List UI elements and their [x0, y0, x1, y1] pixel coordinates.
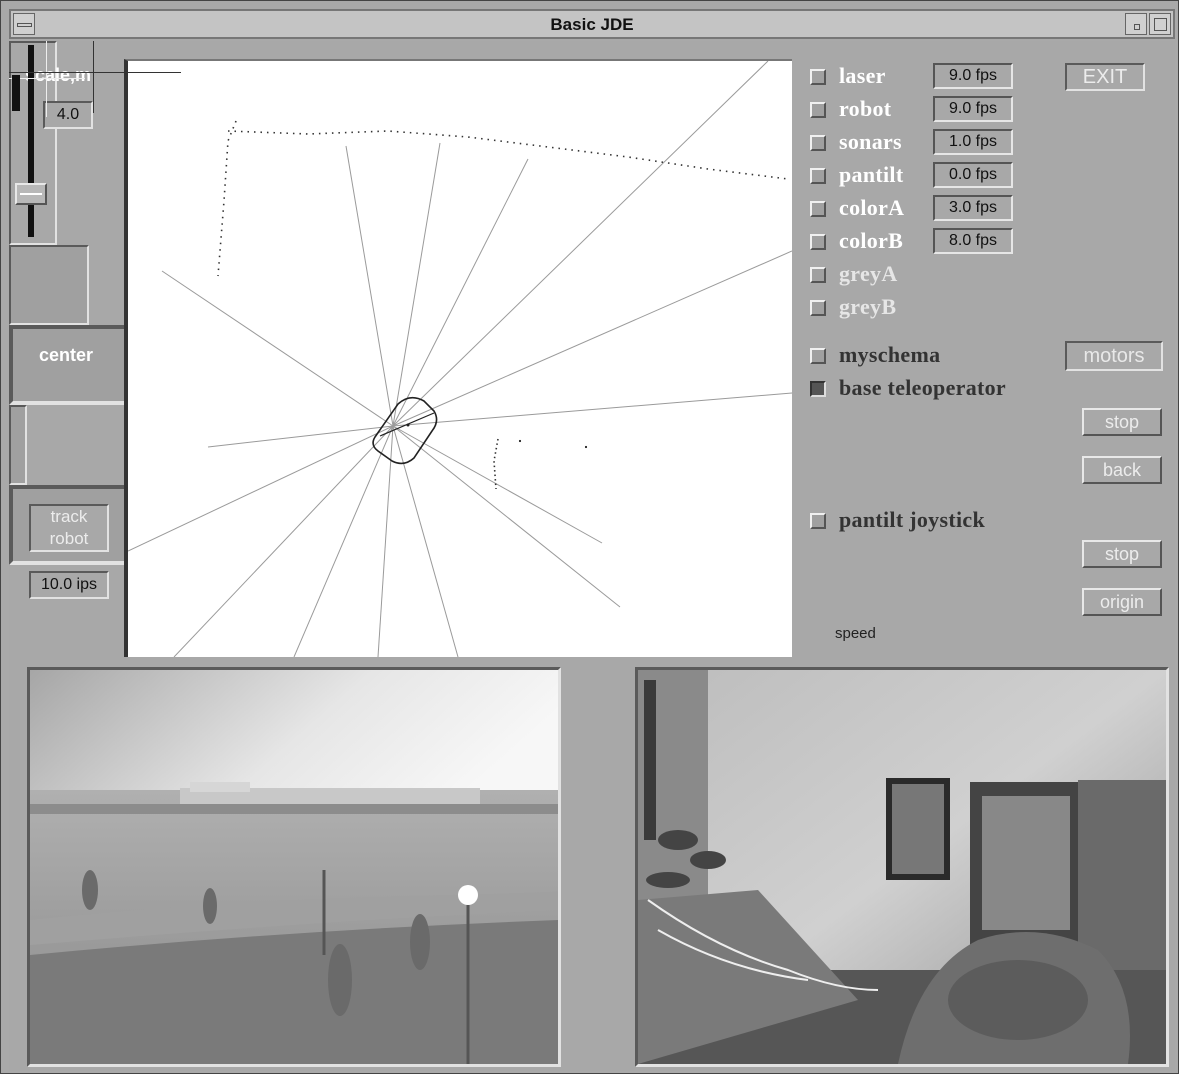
exit-button[interactable]: EXIT	[1065, 63, 1145, 91]
colorA-image	[30, 670, 558, 1064]
sonars-label: sonars	[839, 129, 902, 154]
colorA-fps: 3.0 fps	[933, 195, 1013, 221]
pantilt-stop-button[interactable]: stop	[1082, 540, 1162, 568]
greyB-checkbox[interactable]	[810, 300, 826, 316]
scale-value: 4.0	[43, 101, 93, 129]
myschema-label: myschema	[839, 342, 941, 367]
pantilt-checkbox[interactable]	[810, 168, 826, 184]
pantilt-fps: 0.0 fps	[933, 162, 1013, 188]
colorA-checkbox[interactable]	[810, 201, 826, 217]
laser-points	[217, 120, 789, 490]
speed-slider-handle[interactable]	[12, 75, 20, 111]
greyB-label: greyB	[839, 294, 897, 319]
myschema-checkbox[interactable]	[810, 348, 826, 364]
track-robot-button[interactable]: track robot	[29, 504, 109, 552]
laser-map-canvas[interactable]	[124, 59, 792, 657]
pantilt-label: pantilt	[839, 162, 904, 187]
maximize-button[interactable]	[1149, 13, 1171, 35]
motors-button[interactable]: motors	[1065, 341, 1163, 371]
colorA-label: colorA	[839, 195, 905, 220]
center-label: center	[39, 345, 94, 365]
base-teleoperator-checkbox[interactable]	[810, 381, 826, 397]
laser-checkbox[interactable]	[810, 69, 826, 85]
scale-slider-handle[interactable]	[15, 183, 47, 205]
colorB-image	[638, 670, 1166, 1064]
title-bar: Basic JDE	[9, 9, 1175, 39]
speed-label: speed	[835, 625, 876, 642]
robot-fps: 9.0 fps	[933, 96, 1013, 122]
minimize-button[interactable]	[1125, 13, 1147, 35]
pantilt-origin-button[interactable]: origin	[1082, 588, 1162, 616]
laser-fps: 9.0 fps	[933, 63, 1013, 89]
robot-checkbox[interactable]	[810, 102, 826, 118]
window-title: Basic JDE	[550, 15, 634, 34]
colorB-label: colorB	[839, 228, 904, 253]
laser-label: laser	[839, 63, 886, 88]
scale-slider-track	[28, 45, 34, 237]
app-window: Basic JDE scale,m 4.0 center track robot…	[0, 0, 1179, 1074]
base-back-button[interactable]: back	[1082, 456, 1162, 484]
robot-label: robot	[839, 96, 892, 121]
pantilt-joystick-checkbox[interactable]	[810, 513, 826, 529]
greyA-checkbox[interactable]	[810, 267, 826, 283]
laser-map-svg	[128, 61, 792, 657]
speed-slider[interactable]	[9, 75, 27, 485]
pantilt-joystick-label: pantilt joystick	[839, 507, 985, 532]
center-pad[interactable]	[9, 41, 89, 325]
scale-label: scale,m	[25, 65, 92, 85]
colorB-fps: 8.0 fps	[933, 228, 1013, 254]
colorB-camera-view	[635, 667, 1169, 1067]
base-teleoperator-label: base teleoperator	[839, 375, 1006, 400]
colorB-checkbox[interactable]	[810, 234, 826, 250]
sonars-checkbox[interactable]	[810, 135, 826, 151]
sonar-rays	[128, 61, 792, 657]
sonars-fps: 1.0 fps	[933, 129, 1013, 155]
greyA-label: greyA	[839, 261, 898, 286]
colorA-camera-view	[27, 667, 561, 1067]
main-content: scale,m 4.0 center track robot 10.0 ips	[9, 41, 1175, 1071]
base-stop-button[interactable]: stop	[1082, 408, 1162, 436]
ips-value: 10.0 ips	[29, 571, 109, 599]
